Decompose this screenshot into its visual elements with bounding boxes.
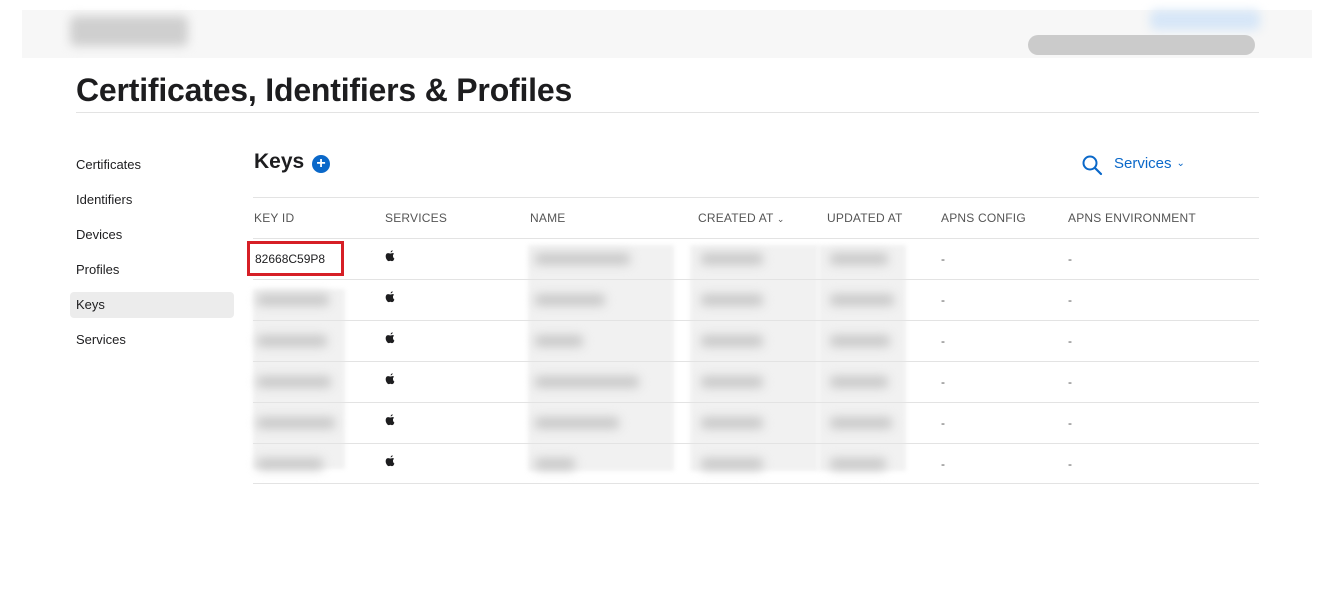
column-header-name[interactable]: NAME [530,198,565,238]
redacted-name [535,335,583,347]
redacted-key-id [257,335,327,347]
add-key-button[interactable]: + [312,155,330,173]
redacted-updated-at [830,376,888,388]
column-header-key-id[interactable]: KEY ID [254,198,294,238]
column-header-services[interactable]: SERVICES [385,198,447,238]
plus-circle-icon: + [316,155,326,172]
services-filter-label: Services [1114,155,1172,172]
apns-environment: - [1068,375,1072,389]
apns-environment: - [1068,334,1072,348]
table-row[interactable]: - - [253,402,1259,443]
apple-icon [385,455,395,467]
search-icon [1082,155,1103,176]
table-row[interactable]: - - [253,279,1259,320]
title-divider [76,112,1259,113]
sidebar-item-services[interactable]: Services [70,327,234,353]
redacted-created-at [701,294,763,306]
redacted-key-id [257,294,329,306]
sidebar-item-identifiers[interactable]: Identifiers [70,187,234,213]
apple-icon [385,291,395,303]
redacted-created-at [701,376,763,388]
column-header-apns-environment[interactable]: APNS ENVIRONMENT [1068,198,1196,238]
column-header-updated-at[interactable]: UPDATED AT [827,198,903,238]
sort-chevron-icon: ⌄ [776,214,785,224]
redacted-updated-at [830,458,886,470]
chevron-down-icon: ⌄ [1176,158,1185,169]
redacted-key-id [257,458,323,470]
sidebar-item-profiles[interactable]: Profiles [70,257,234,283]
apple-icon [385,332,395,344]
redacted-logo [70,16,188,46]
apns-config: - [941,334,945,348]
apns-config: - [941,293,945,307]
page-title: Certificates, Identifiers & Profiles [76,72,573,108]
apple-icon [385,373,395,385]
redacted-account-bar[interactable] [1028,35,1255,55]
redacted-created-at [701,417,763,429]
redacted-updated-at [830,335,890,347]
section-title: Keys [254,150,305,173]
apns-environment: - [1068,457,1072,471]
key-id[interactable]: 82668C59P8 [255,252,325,266]
redacted-updated-at [830,417,892,429]
apns-environment: - [1068,252,1072,266]
redacted-created-at [701,458,763,470]
column-header-created-at-label: CREATED AT [698,211,774,225]
sidebar-item-certificates[interactable]: Certificates [70,152,234,178]
keys-table: KEY ID SERVICES NAME CREATED AT ⌄ UPDATE… [247,197,1259,484]
redacted-name [535,458,575,470]
redacted-key-id [257,417,335,429]
apns-config: - [941,416,945,430]
apns-config: - [941,375,945,389]
apple-icon [385,414,395,426]
redacted-key-id [257,376,331,388]
sidebar-item-keys[interactable]: Keys [70,292,234,318]
column-header-created-at[interactable]: CREATED AT ⌄ [698,198,785,239]
table-row[interactable]: 82668C59P8 - - [247,238,1259,279]
top-navigation-bar [22,10,1312,58]
redacted-updated-at [830,253,888,265]
redacted-created-at [701,335,763,347]
column-header-apns-config[interactable]: APNS CONFIG [941,198,1026,238]
apns-config: - [941,457,945,471]
redacted-name [535,376,639,388]
redacted-account-link[interactable] [1150,10,1260,30]
services-filter-dropdown[interactable]: Services ⌄ [1114,155,1185,172]
sidebar: Certificates Identifiers Devices Profile… [70,152,234,362]
redacted-updated-at [830,294,894,306]
sidebar-item-devices[interactable]: Devices [70,222,234,248]
apns-environment: - [1068,416,1072,430]
apns-environment: - [1068,293,1072,307]
apple-icon [385,250,395,262]
redacted-created-at [701,253,763,265]
redacted-name [535,417,619,429]
apns-config: - [941,252,945,266]
table-row[interactable]: - - [253,320,1259,361]
table-header: KEY ID SERVICES NAME CREATED AT ⌄ UPDATE… [253,197,1259,238]
table-row[interactable]: - - [253,443,1259,484]
redacted-name [535,253,630,265]
redacted-name [535,294,605,306]
highlighted-key-id-box: 82668C59P8 [247,241,344,276]
table-row[interactable]: - - [253,361,1259,402]
search-button[interactable] [1081,154,1103,176]
